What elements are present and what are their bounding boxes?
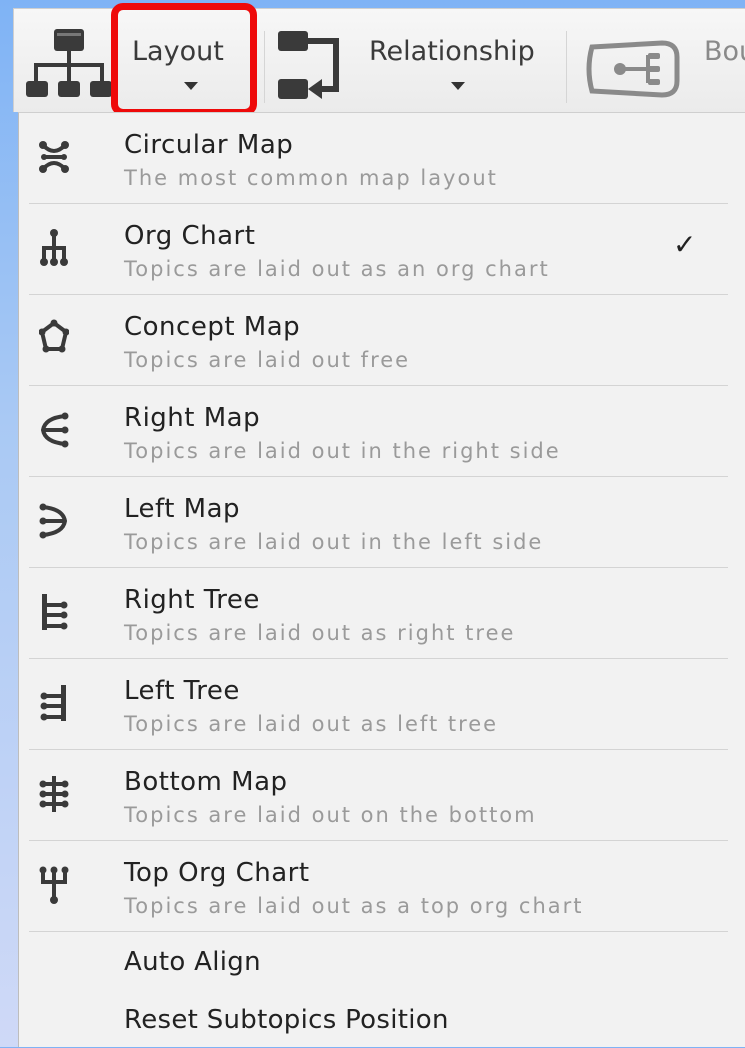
boundary-dropdown-button[interactable]: Bou [694, 9, 745, 113]
relationship-label: Relationship [369, 36, 535, 67]
menu-item-subtitle: Topics are laid out in the right side [124, 439, 561, 463]
menu-item-title: Top Org Chart [124, 858, 310, 888]
layout-caret-icon [184, 82, 198, 90]
top-org-chart-icon [39, 866, 69, 904]
left-map-icon [39, 503, 68, 539]
menu-item-concept-map[interactable]: Concept Map Topics are laid out free [19, 295, 745, 386]
menu-item-title: Circular Map [124, 130, 294, 160]
menu-item-subtitle: The most common map layout [124, 166, 498, 190]
relationship-caret-icon [451, 82, 465, 90]
layout-dropdown-button[interactable]: Layout [124, 9, 259, 113]
menu-item-top-org-chart[interactable]: Top Org Chart Topics are laid out as a t… [19, 841, 745, 932]
left-tree-icon [40, 685, 66, 721]
menu-item-auto-align[interactable]: Auto Align [19, 935, 745, 989]
menu-item-subtitle: Topics are laid out as an org chart [124, 257, 550, 281]
circular-map-icon [39, 141, 69, 173]
menu-item-title: Right Map [124, 403, 261, 433]
menu-item-subtitle: Topics are laid out free [124, 348, 411, 372]
reset-subtopics-label: Reset Subtopics Position [124, 1005, 449, 1035]
menu-item-title: Concept Map [124, 312, 301, 342]
menu-item-title: Left Tree [124, 676, 240, 706]
map-structure-button[interactable] [14, 9, 114, 113]
boundary-icon [586, 40, 680, 98]
right-tree-icon [42, 594, 68, 630]
menu-item-subtitle: Topics are laid out in the left side [124, 530, 544, 554]
menu-item-title: Left Map [124, 494, 241, 524]
toolbar-separator [264, 31, 265, 103]
layout-menu: Circular Map The most common map layout … [18, 112, 745, 1047]
right-map-icon [40, 412, 69, 448]
bottom-map-icon [39, 776, 69, 812]
menu-item-subtitle: Topics are laid out as left tree [124, 712, 499, 736]
menu-item-reset-subtopics-position[interactable]: Reset Subtopics Position [19, 991, 745, 1048]
menu-item-subtitle: Topics are laid out as a top org chart [124, 894, 584, 918]
menu-item-right-map[interactable]: Right Map Topics are laid out in the rig… [19, 386, 745, 477]
toolbar: Layout Relationship Bou [13, 8, 745, 112]
menu-item-right-tree[interactable]: Right Tree Topics are laid out as right … [19, 568, 745, 659]
relationship-icon [278, 31, 339, 99]
menu-item-circular-map[interactable]: Circular Map The most common map layout [19, 113, 745, 204]
menu-item-subtitle: Topics are laid out as right tree [124, 621, 516, 645]
relationship-icon-button[interactable] [269, 9, 349, 113]
boundary-label: Bou [704, 36, 745, 67]
auto-align-label: Auto Align [124, 947, 261, 977]
org-chart-toolbar-icon [26, 29, 112, 97]
menu-item-title: Right Tree [124, 585, 260, 615]
menu-item-left-map[interactable]: Left Map Topics are laid out in the left… [19, 477, 745, 568]
menu-divider [29, 931, 728, 932]
relationship-dropdown-button[interactable]: Relationship [359, 9, 559, 113]
layout-label: Layout [132, 36, 224, 67]
toolbar-separator [566, 31, 567, 103]
menu-item-bottom-map[interactable]: Bottom Map Topics are laid out on the bo… [19, 750, 745, 841]
concept-map-icon [39, 319, 69, 353]
menu-item-org-chart[interactable]: Org Chart Topics are laid out as an org … [19, 204, 745, 295]
menu-item-left-tree[interactable]: Left Tree Topics are laid out as left tr… [19, 659, 745, 750]
checkmark-icon: ✓ [673, 228, 697, 261]
menu-item-subtitle: Topics are laid out on the bottom [124, 803, 537, 827]
menu-item-title: Bottom Map [124, 767, 288, 797]
boundary-icon-button[interactable] [572, 9, 684, 113]
org-chart-icon [40, 229, 68, 266]
menu-item-title: Org Chart [124, 221, 256, 251]
